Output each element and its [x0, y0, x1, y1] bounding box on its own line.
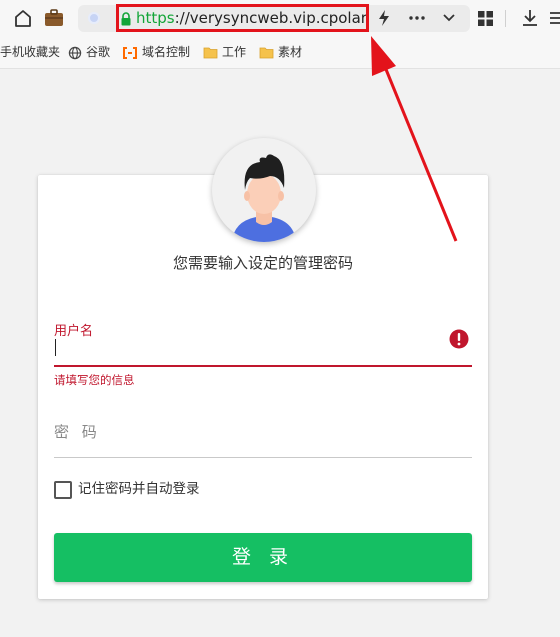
download-icon[interactable] — [520, 8, 540, 28]
globe-icon — [68, 46, 82, 59]
url-scheme: https — [136, 9, 175, 27]
password-input[interactable] — [54, 419, 472, 445]
url-text[interactable]: https://verysyncweb.vip.cpolar.cn/# — [136, 8, 369, 28]
browser-toolbar: https://verysyncweb.vip.cpolar.cn/# — [0, 0, 560, 37]
site-favicon-icon — [88, 12, 100, 24]
bookmark-domain-control[interactable]: 域名控制 — [122, 43, 190, 61]
bookmark-label: 素材 — [278, 45, 303, 59]
bracket-logo-icon — [123, 46, 137, 59]
bookmark-label: 谷歌 — [86, 45, 111, 59]
url-highlight-box[interactable]: https://verysyncweb.vip.cpolar.cn/# — [116, 4, 369, 32]
folder-icon — [259, 47, 274, 59]
menu-icon[interactable] — [548, 8, 560, 28]
bookmark-materials[interactable]: 素材 — [259, 43, 302, 61]
toolbar-separator — [505, 10, 506, 27]
chevron-down-icon[interactable] — [440, 10, 458, 26]
bookmarks-bar: 手机收藏夹 谷歌 域名控制 工作 素材 — [0, 37, 560, 69]
bookmark-label: 域名控制 — [142, 45, 191, 59]
username-error-message: 请填写您的信息 — [54, 373, 135, 387]
username-input[interactable] — [54, 335, 448, 365]
bookmark-label: 工作 — [222, 45, 247, 59]
screen: https://verysyncweb.vip.cpolar.cn/# — [0, 0, 560, 637]
bookmark-work[interactable]: 工作 — [203, 43, 246, 61]
folder-icon — [203, 47, 218, 59]
url-host: ://verysyncweb.vip.cpolar.cn/# — [174, 9, 369, 27]
home-icon[interactable] — [11, 7, 35, 29]
error-alert-icon — [449, 329, 469, 349]
password-underline — [54, 457, 472, 458]
remember-checkbox[interactable] — [54, 481, 72, 499]
login-button[interactable]: 登 录 — [54, 533, 472, 582]
bookmark-google[interactable]: 谷歌 — [68, 43, 110, 61]
text-cursor — [55, 339, 56, 356]
avatar — [212, 138, 316, 242]
user-avatar-icon — [232, 154, 296, 242]
username-underline — [54, 365, 472, 367]
bookmark-mobile[interactable]: 手机收藏夹 — [0, 43, 60, 61]
login-heading: 您需要输入设定的管理密码 — [172, 254, 353, 272]
more-icon[interactable] — [406, 9, 428, 27]
bolt-icon[interactable] — [377, 9, 391, 27]
remember-label[interactable]: 记住密码并自动登录 — [78, 479, 200, 499]
bookmark-label: 手机收藏夹 — [0, 45, 61, 59]
briefcase-icon[interactable] — [42, 7, 66, 29]
apps-grid-icon[interactable] — [477, 10, 494, 27]
lock-icon[interactable] — [120, 11, 132, 27]
